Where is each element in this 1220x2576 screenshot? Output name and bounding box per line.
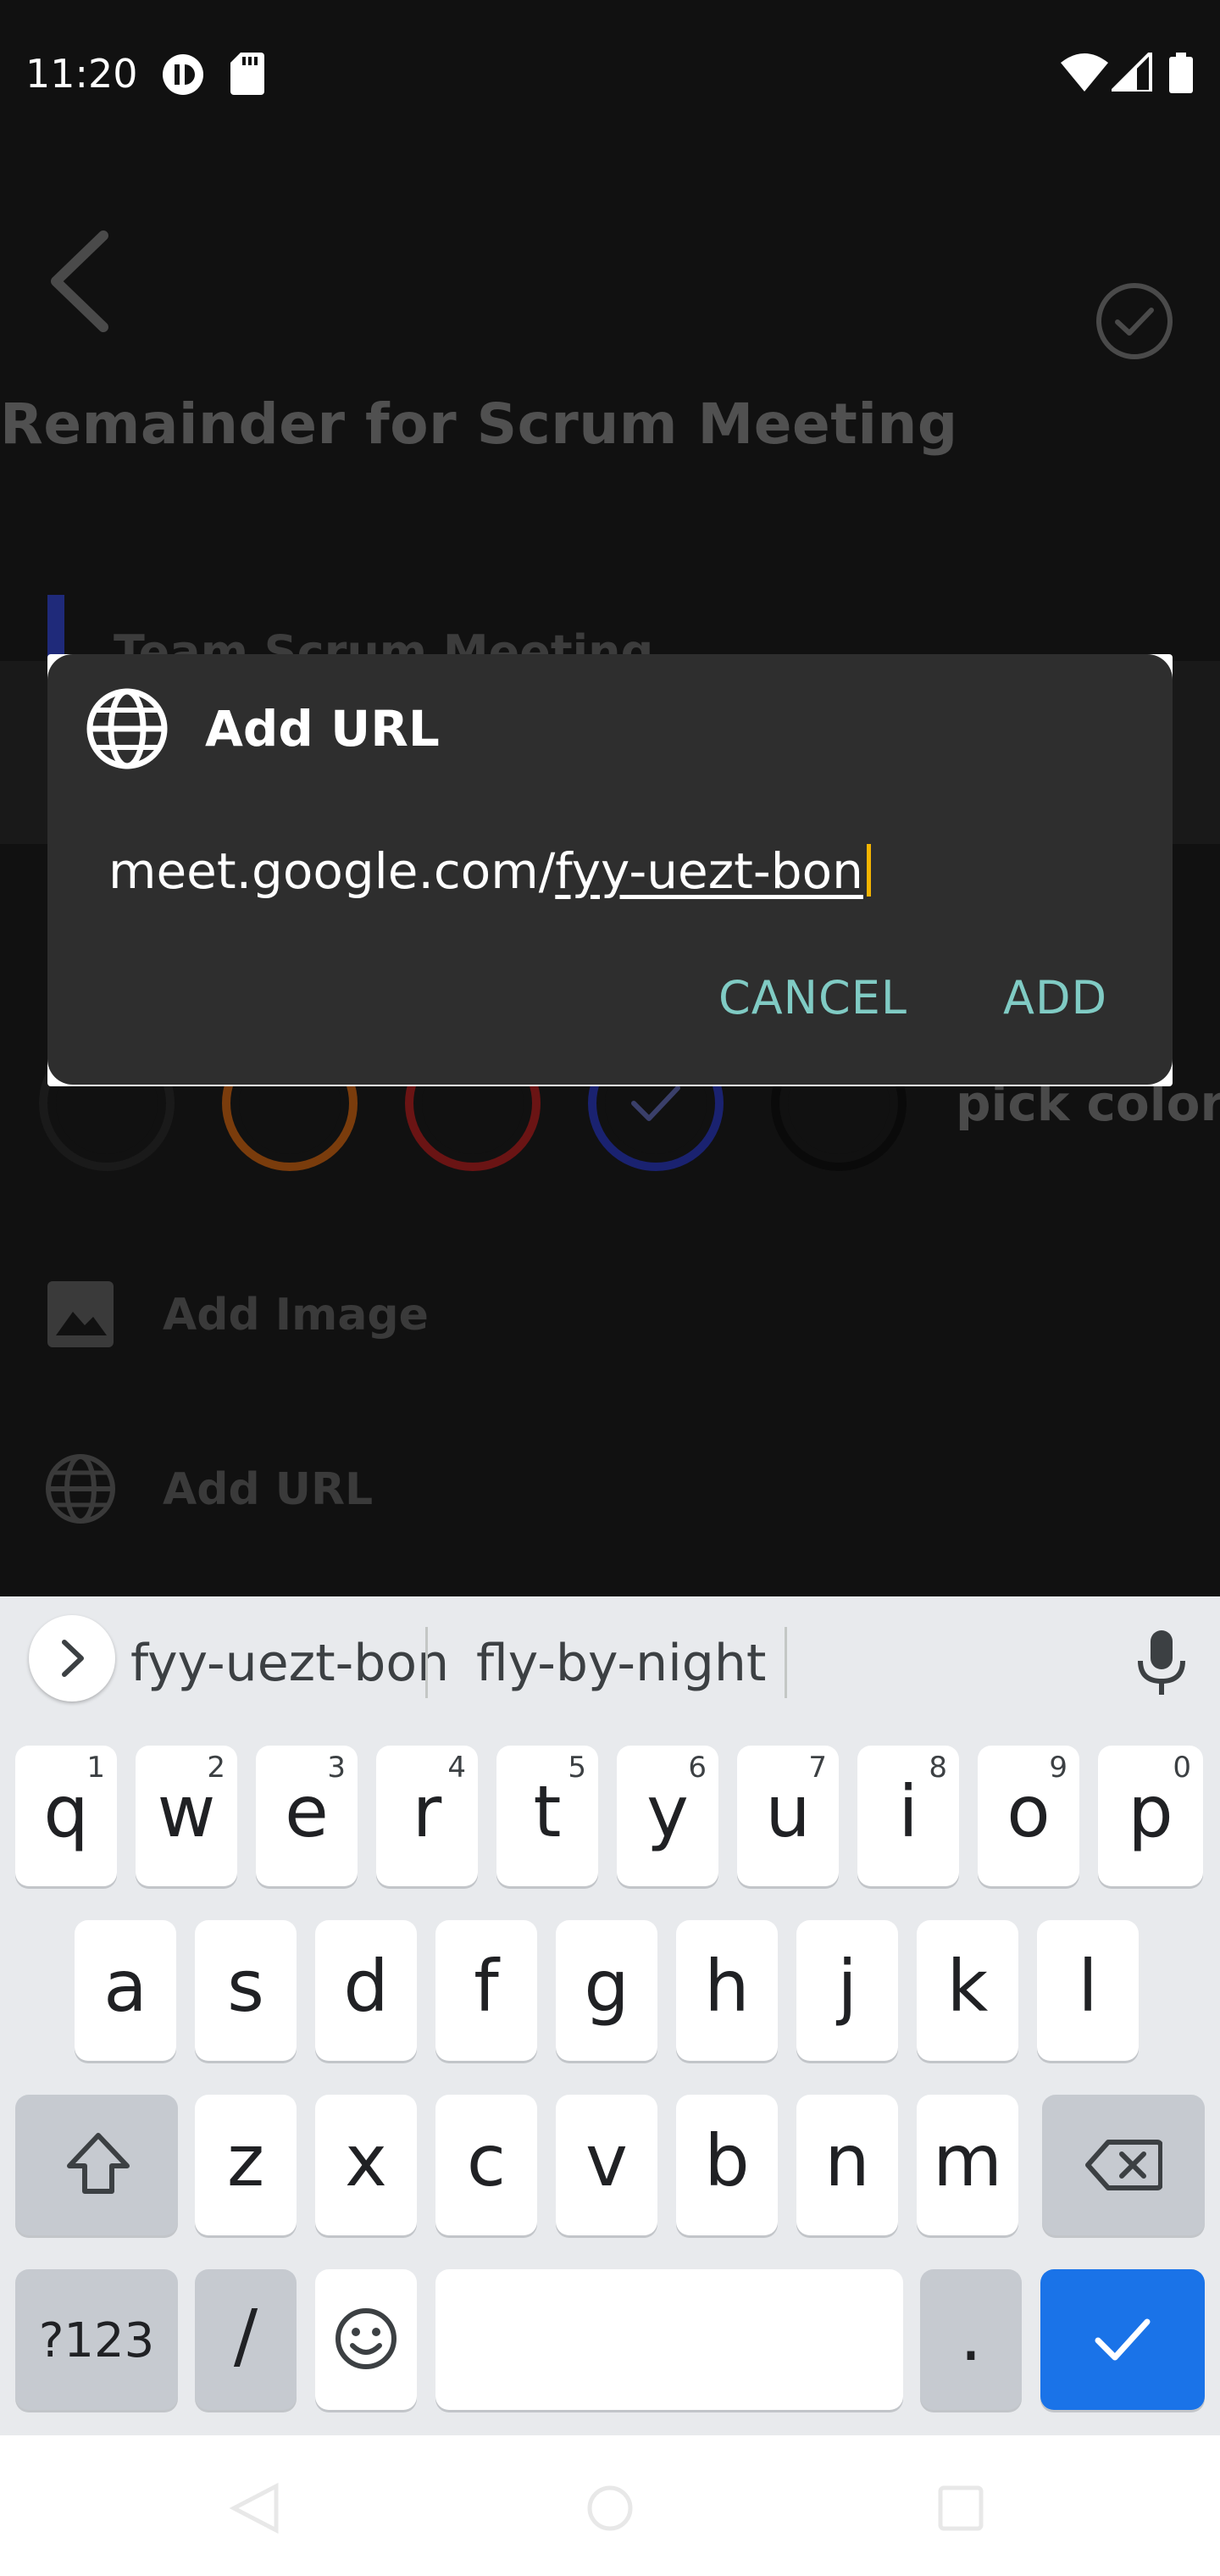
url-input-composing: fyy-uezt-bon bbox=[555, 842, 863, 900]
text-cursor bbox=[866, 844, 871, 897]
signal-icon bbox=[1112, 53, 1152, 92]
key-t[interactable]: t5 bbox=[496, 1746, 598, 1886]
sd-card-icon bbox=[230, 53, 264, 95]
suggestion-2[interactable]: fly-by-night bbox=[476, 1634, 766, 1693]
key-r[interactable]: r4 bbox=[376, 1746, 478, 1886]
key-k[interactable]: k bbox=[917, 1920, 1018, 2061]
key-m[interactable]: m bbox=[917, 2095, 1018, 2235]
period-key[interactable]: . bbox=[920, 2269, 1022, 2410]
backspace-key[interactable] bbox=[1042, 2095, 1205, 2235]
battery-icon bbox=[1169, 53, 1193, 93]
url-input-prefix: meet.google.com/ bbox=[108, 842, 556, 900]
expand-toolbar-button[interactable] bbox=[29, 1615, 115, 1702]
key-z[interactable]: z bbox=[195, 2095, 297, 2235]
shift-key[interactable] bbox=[15, 2095, 178, 2235]
symbols-key[interactable]: ?123 bbox=[15, 2269, 178, 2410]
microphone-icon[interactable] bbox=[1132, 1629, 1191, 1696]
key-e[interactable]: e3 bbox=[256, 1746, 358, 1886]
key-y[interactable]: y6 bbox=[617, 1746, 718, 1886]
key-s[interactable]: s bbox=[195, 1920, 297, 2061]
page-title: Remainder for Scrum Meeting bbox=[0, 391, 958, 457]
key-b[interactable]: b bbox=[676, 2095, 778, 2235]
key-f[interactable]: f bbox=[435, 1920, 537, 2061]
data-saver-icon bbox=[163, 54, 203, 95]
space-key[interactable] bbox=[435, 2269, 903, 2410]
globe-icon bbox=[86, 688, 168, 769]
nav-recents-icon[interactable] bbox=[935, 2483, 986, 2534]
navigation-bar bbox=[0, 2435, 1220, 2576]
backspace-icon bbox=[1085, 2140, 1162, 2190]
slash-key[interactable]: / bbox=[195, 2269, 297, 2410]
nav-home-icon[interactable] bbox=[585, 2483, 635, 2534]
save-check-icon[interactable] bbox=[1095, 281, 1174, 361]
back-arrow-icon[interactable] bbox=[44, 230, 120, 332]
selected-check-icon bbox=[631, 1085, 680, 1121]
key-o[interactable]: o9 bbox=[978, 1746, 1079, 1886]
key-h[interactable]: h bbox=[676, 1920, 778, 2061]
status-bar: 11:20 bbox=[0, 0, 1220, 149]
key-q[interactable]: q1 bbox=[15, 1746, 117, 1886]
suggestion-divider bbox=[425, 1627, 428, 1698]
shift-arrow-icon bbox=[67, 2133, 130, 2194]
emoji-key[interactable] bbox=[315, 2269, 417, 2410]
key-v[interactable]: v bbox=[556, 2095, 657, 2235]
checkmark-icon bbox=[1095, 2318, 1151, 2361]
image-icon bbox=[47, 1281, 114, 1347]
key-j[interactable]: j bbox=[796, 1920, 898, 2061]
add-button[interactable]: ADD bbox=[1003, 971, 1107, 1024]
url-input[interactable]: meet.google.com/fyy-uezt-bon bbox=[108, 842, 871, 900]
add-url-option[interactable]: Add URL bbox=[163, 1464, 373, 1515]
enter-key[interactable] bbox=[1040, 2269, 1205, 2410]
chevron-right-icon bbox=[62, 1640, 84, 1677]
nav-back-icon[interactable] bbox=[229, 2483, 280, 2534]
key-c[interactable]: c bbox=[435, 2095, 537, 2235]
key-g[interactable]: g bbox=[556, 1920, 657, 2061]
key-p[interactable]: p0 bbox=[1098, 1746, 1203, 1886]
key-i[interactable]: i8 bbox=[857, 1746, 959, 1886]
key-n[interactable]: n bbox=[796, 2095, 898, 2235]
key-l[interactable]: l bbox=[1037, 1920, 1139, 2061]
cancel-button[interactable]: CANCEL bbox=[718, 971, 907, 1024]
wifi-icon bbox=[1061, 53, 1108, 92]
emoji-icon bbox=[336, 2308, 396, 2369]
key-u[interactable]: u7 bbox=[737, 1746, 839, 1886]
globe-icon bbox=[46, 1454, 115, 1524]
key-a[interactable]: a bbox=[75, 1920, 176, 2061]
suggestion-strip: fyy-uezt-bon fly-by-night bbox=[0, 1596, 1220, 1732]
suggestion-1[interactable]: fyy-uezt-bon bbox=[130, 1634, 449, 1693]
add-image-option[interactable]: Add Image bbox=[163, 1290, 429, 1341]
status-time: 11:20 bbox=[25, 51, 138, 97]
dialog-title: Add URL bbox=[205, 700, 440, 758]
soft-keyboard: fyy-uezt-bon fly-by-night q1 w2 e3 r4 t5… bbox=[0, 1596, 1220, 2435]
key-d[interactable]: d bbox=[315, 1920, 417, 2061]
key-w[interactable]: w2 bbox=[136, 1746, 237, 1886]
key-x[interactable]: x bbox=[315, 2095, 417, 2235]
add-url-dialog: Add URL meet.google.com/fyy-uezt-bon CAN… bbox=[47, 654, 1173, 1085]
suggestion-divider bbox=[785, 1627, 787, 1698]
